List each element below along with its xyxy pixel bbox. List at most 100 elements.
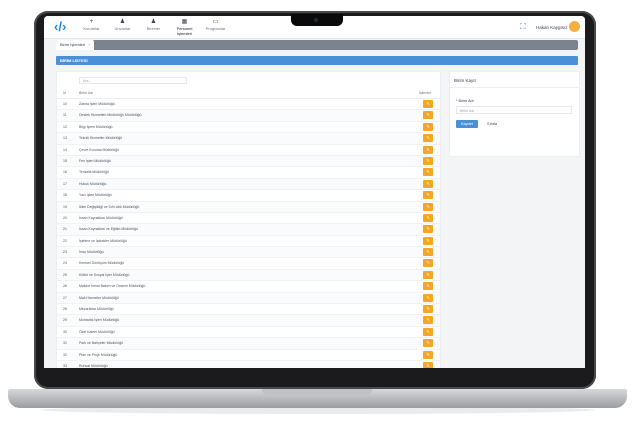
table-row[interactable]: 30 Özel Kalem Müdürlüğü ✎ [57,327,440,339]
edit-icon[interactable]: ✎ [423,202,433,211]
fullscreen-icon[interactable]: ⛶ [520,22,526,32]
table-row[interactable]: 17 Hukuk Müdürlüğü ✎ [57,178,440,191]
avatar[interactable] [569,21,580,32]
user-name[interactable]: Hakan Kaygısız [536,25,568,30]
nav-item-personel-islemleri[interactable]: ▦ Personel İşlemleri [169,18,200,36]
edit-icon[interactable]: ✎ [423,248,433,257]
edit-icon[interactable]: ✎ [423,236,433,245]
cell-name: Makine İkmal Bakım ve Onarım Müdürlüğü [79,284,146,289]
table-row[interactable]: 22 İşletme ve İştirakler Müdürlüğü ✎ [57,236,440,248]
edit-icon[interactable]: ✎ [423,282,433,291]
tab-label: Birim İşlemleri [60,42,86,47]
cell-name: Muhtarlık İşleri Müdürlüğü [79,318,120,323]
table-row[interactable]: 11 Destek Hizmetleri Müdürlüğü Müdürlüğü ✎ [57,110,440,122]
cell-id: 29 [63,318,67,323]
save-button[interactable]: Kaydet [456,120,478,128]
unit-form-panel: Birim Kayıt * Birim Adı Birim Adı Kaydet… [449,71,580,157]
cell-name: Teknik Hizmetler Müdürlüğü [79,136,123,141]
table-row[interactable]: 31 Park ve Bahçeler Müdürlüğü ✎ [57,338,440,350]
cell-id: 21 [63,227,67,232]
table-row[interactable]: 19 İklim Değişikliği ve Sıfır Atık Müdürl… [57,201,440,213]
edit-icon[interactable]: ✎ [423,293,433,302]
app-logo-icon[interactable]: ‹/› [54,20,68,34]
unit-list-panel: Ara... Id Birim Adı İşlemler 10 Zabıta İş… [56,71,441,368]
table-row[interactable]: 24 Kentsel Dönüşüm Müdürlüğü ✎ [57,258,440,270]
nav-item-kurumlar[interactable]: + Kurumlar [76,18,107,36]
edit-icon[interactable]: ✎ [423,213,433,222]
edit-icon[interactable]: ✎ [423,156,433,165]
edit-icon[interactable]: ✎ [423,134,433,143]
table-row[interactable]: 12 Bilgi İşlem Müdürlüğü ✎ [57,122,440,134]
camera-icon [314,18,318,22]
edit-icon[interactable]: ✎ [423,100,433,108]
table-row[interactable]: 18 Yazı İşleri Müdürlüğü ✎ [57,190,440,202]
cell-id: 19 [63,204,67,209]
table-row[interactable]: 26 Makine İkmal Bakım ve Onarım Müdürlüğü… [57,281,440,293]
table-row[interactable]: 16 Temizlik Müdürlüğü ✎ [57,167,440,179]
nav-label: Birimler [146,26,161,31]
edit-icon[interactable]: ✎ [423,316,433,325]
edit-icon[interactable]: ✎ [423,361,433,368]
nav-item-programlar[interactable]: ▭ Programlar [200,18,231,36]
plus-icon: + [89,19,94,25]
edit-icon[interactable]: ✎ [423,339,433,348]
nav-label: Kurumlar [83,26,100,31]
edit-icon[interactable]: ✎ [423,327,433,336]
table-row[interactable]: 23 İmar Müdürlüğü ✎ [57,247,440,259]
table-row[interactable]: 10 Zabıta İşleri Müdürlüğü ✎ [57,99,440,111]
cell-id: 23 [63,250,67,255]
cell-id: 28 [63,307,67,312]
table-row[interactable]: 25 Kültür ve Sosyal İşler Müdürlüğü ✎ [57,269,440,282]
table-row[interactable]: 13 Teknik Hizmetler Müdürlüğü ✎ [57,133,440,145]
table-row[interactable]: 28 Mezarlıklar Müdürlüğü ✎ [57,304,440,316]
table-row[interactable]: 14 Çevre Koruma Müdürlüğü ✎ [57,145,440,156]
edit-icon[interactable]: ✎ [423,122,433,131]
table-row[interactable]: 21 İnsan Kaynakları ve Eğitim Müdürlüğü ✎ [57,224,440,236]
edit-icon[interactable]: ✎ [423,305,433,314]
edit-icon[interactable]: ✎ [423,270,433,279]
edit-icon[interactable]: ✎ [423,145,433,154]
cell-id: 25 [63,272,67,277]
table-row[interactable]: 29 Muhtarlık İşleri Müdürlüğü ✎ [57,315,440,327]
table-row[interactable]: 20 İnsan Kaynakları Müdürlüğü ✎ [57,213,440,225]
cell-id: 15 [63,158,67,163]
table-row[interactable]: 33 Ruhsat Müdürlüğü ✎ [57,360,440,368]
main-nav: + Kurumlar ♟ Unvanlar ♟ Birimler ▦ Personel … [76,18,231,36]
grid-icon: ▦ [181,19,188,25]
search-input[interactable]: Ara... [79,77,187,84]
cell-name: Temizlik Müdürlüğü [79,170,109,175]
edit-icon[interactable]: ✎ [423,191,433,200]
table-row[interactable]: 15 Fen İşleri Müdürlüğü ✎ [57,155,440,168]
cell-id: 22 [63,238,67,243]
cell-name: Destek Hizmetleri Müdürlüğü Müdürlüğü [79,113,142,118]
column-header-id[interactable]: Id [63,90,66,96]
cell-id: 26 [63,284,67,289]
cell-id: 17 [63,181,67,186]
nav-item-unvanlar[interactable]: ♟ Unvanlar [107,18,138,36]
edit-icon[interactable]: ✎ [423,179,433,188]
table-body: 10 Zabıta İşleri Müdürlüğü ✎ 11 Destek Hizme… [57,99,440,368]
edit-icon[interactable]: ✎ [423,350,433,359]
table-row[interactable]: 32 Plan ve Proje Müdürlüğü ✎ [57,350,440,361]
cell-name: Mali Hizmetler Müdürlüğü [79,295,119,300]
cell-id: 33 [63,363,67,368]
edit-icon[interactable]: ✎ [423,168,433,177]
nav-label: Unvanlar [114,26,131,31]
edit-icon[interactable]: ✎ [423,225,433,234]
cell-name: Yazı İşleri Müdürlüğü [79,193,112,198]
cell-name: Mezarlıklar Müdürlüğü [79,307,114,312]
column-header-name[interactable]: Birim Adı [79,90,93,96]
nav-label: Personel İşlemleri [176,26,193,36]
table-row[interactable]: 27 Mali Hizmetler Müdürlüğü ✎ [57,292,440,305]
edit-icon[interactable]: ✎ [423,111,433,120]
cell-id: 18 [63,193,67,198]
cell-id: 32 [63,352,67,357]
cell-name: Plan ve Proje Müdürlüğü [79,352,118,357]
unit-name-input[interactable]: Birim Adı [456,106,572,114]
nav-item-birimler[interactable]: ♟ Birimler [138,18,169,36]
cell-id: 10 [63,102,67,106]
edit-icon[interactable]: ✎ [423,259,433,268]
close-icon[interactable]: × [88,42,90,47]
reset-button[interactable]: Sıfırla [481,120,503,128]
tab-birim-islemleri[interactable]: Birim İşlemleri × [56,40,94,50]
